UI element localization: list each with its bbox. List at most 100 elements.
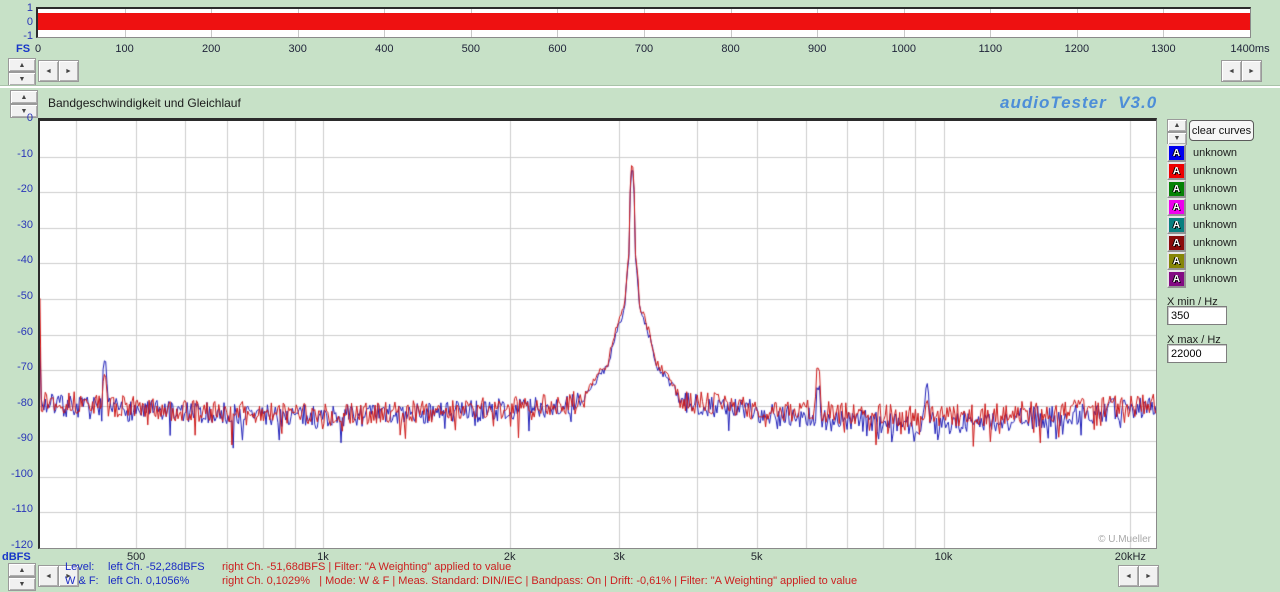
spectrum-y-tick-label: -10 [0, 148, 33, 160]
legend-row: Aunknown [1167, 144, 1237, 162]
legend-label: unknown [1193, 273, 1237, 285]
level-left-value: left Ch. -52,28dBFS [108, 561, 205, 573]
app-logo: audioTester V3.0 [1000, 93, 1152, 113]
legend-row: Aunknown [1167, 216, 1237, 234]
legend-swatch-button-4[interactable]: A [1167, 216, 1186, 234]
time-tick-label: 0 [35, 43, 41, 55]
time-tick-label: 600 [548, 43, 566, 55]
right-arrow-icon: ► [1145, 573, 1152, 580]
time-tick-label: 900 [808, 43, 826, 55]
time-tick-label: 1000 [891, 43, 915, 55]
spin-down-icon[interactable]: ▼ [8, 577, 36, 591]
spectrum-x-tick-label: 10k [935, 551, 953, 563]
clear-curves-button[interactable]: clear curves [1189, 120, 1254, 141]
left-arrow-icon: ◄ [1125, 573, 1132, 580]
legend-row: Aunknown [1167, 252, 1237, 270]
status-spinner[interactable]: ▲ ▼ [8, 563, 34, 587]
strip-vertical-spinner[interactable]: ▲ ▼ [8, 58, 34, 82]
time-tick-label: 1400ms [1230, 43, 1269, 55]
right-arrow-icon: ► [65, 68, 72, 75]
level-label: Level: [65, 561, 94, 573]
time-tick-label: 200 [202, 43, 220, 55]
level-right-value: right Ch. -51,68dBFS | Filter: "A Weight… [222, 561, 511, 573]
spectrum-y-tick-label: -100 [0, 468, 33, 480]
right-arrow-icon: ► [1248, 68, 1255, 75]
legend-swatch-button-1[interactable]: A [1167, 162, 1186, 180]
spectrum-x-tick-label: 3k [613, 551, 625, 563]
legend-swatch-button-3[interactable]: A [1167, 198, 1186, 216]
time-tick-label: 100 [115, 43, 133, 55]
spectrum-y-tick-label: -120 [0, 539, 33, 551]
spin-down-icon[interactable]: ▼ [8, 72, 36, 86]
spectrum-x-tick-label: 5k [751, 551, 763, 563]
time-tick-label: 400 [375, 43, 393, 55]
spectrum-plot: © U.Mueller [38, 118, 1157, 549]
spectrum-canvas [40, 121, 1156, 548]
strip-y-label-m1: -1 [0, 30, 33, 42]
spectrum-x-tick-label: 20kHz [1115, 551, 1146, 563]
legend-label: unknown [1193, 219, 1237, 231]
time-strip-plot [36, 7, 1251, 38]
legend-row: Aunknown [1167, 162, 1237, 180]
spin-up-icon[interactable]: ▲ [8, 563, 36, 577]
strip-right-scroll-left-button[interactable]: ◄ [1221, 60, 1242, 82]
spectrum-y-tick-label: -20 [0, 183, 33, 195]
strip-scroll-right-button[interactable]: ► [58, 60, 79, 82]
time-tick-label: 800 [721, 43, 739, 55]
strip-scroll-left-button[interactable]: ◄ [38, 60, 59, 82]
chart-title: Bandgeschwindigkeit und Gleichlauf [48, 96, 241, 110]
time-tick-label: 500 [462, 43, 480, 55]
spectrum-y-tick-label: -60 [0, 326, 33, 338]
legend-row: Aunknown [1167, 270, 1237, 288]
bottom-right-scroll-left-button[interactable]: ◄ [1118, 565, 1139, 587]
curve-legend: AunknownAunknownAunknownAunknownAunknown… [1167, 144, 1237, 288]
spin-up-icon[interactable]: ▲ [8, 58, 36, 72]
legend-label: unknown [1193, 147, 1237, 159]
spectrum-y-tick-label: -70 [0, 361, 33, 373]
legend-row: Aunknown [1167, 234, 1237, 252]
time-tick-label: 1300 [1151, 43, 1175, 55]
legend-swatch-button-5[interactable]: A [1167, 234, 1186, 252]
legend-row: Aunknown [1167, 198, 1237, 216]
title-spinner[interactable]: ▲ ▼ [10, 90, 36, 114]
time-tick-label: 1200 [1065, 43, 1089, 55]
x-max-input[interactable] [1167, 344, 1227, 363]
status-scroll-left-button[interactable]: ◄ [38, 565, 59, 587]
legend-label: unknown [1193, 255, 1237, 267]
fs-unit-label: FS [16, 43, 30, 55]
spectrum-y-tick-label: -30 [0, 219, 33, 231]
left-arrow-icon: ◄ [1228, 68, 1235, 75]
legend-swatch-button-0[interactable]: A [1167, 144, 1186, 162]
legend-swatch-button-7[interactable]: A [1167, 270, 1186, 288]
spin-up-icon[interactable]: ▲ [10, 90, 38, 104]
legend-swatch-button-2[interactable]: A [1167, 180, 1186, 198]
wf-right-value: right Ch. 0,1029% | Mode: W & F | Meas. … [222, 575, 857, 587]
strip-right-scroll-right-button[interactable]: ► [1241, 60, 1262, 82]
dbfs-unit-label: dBFS [2, 551, 31, 563]
waveform-level-band [38, 13, 1250, 29]
spectrum-y-tick-label: -80 [0, 397, 33, 409]
time-tick-label: 1100 [978, 43, 1002, 55]
x-min-input[interactable] [1167, 306, 1227, 325]
legend-label: unknown [1193, 165, 1237, 177]
audiotester-window: 1 0 -1 FS 010020030040050060070080090010… [0, 0, 1280, 592]
legend-swatch-button-6[interactable]: A [1167, 252, 1186, 270]
strip-y-label-0: 0 [0, 16, 33, 28]
legend-label: unknown [1193, 201, 1237, 213]
strip-y-label-1: 1 [0, 2, 33, 14]
copyright-note: © U.Mueller [1098, 534, 1151, 545]
spin-up-icon[interactable]: ▲ [1167, 119, 1187, 132]
panel-divider [0, 85, 1280, 88]
spectrum-y-tick-label: -50 [0, 290, 33, 302]
legend-label: unknown [1193, 237, 1237, 249]
left-arrow-icon: ◄ [45, 573, 52, 580]
sidebar-spinner[interactable]: ▲ ▼ [1167, 119, 1185, 141]
time-tick-label: 700 [635, 43, 653, 55]
wf-left-value: left Ch. 0,1056% [108, 575, 189, 587]
legend-label: unknown [1193, 183, 1237, 195]
spectrum-y-tick-label: -90 [0, 432, 33, 444]
left-arrow-icon: ◄ [45, 68, 52, 75]
legend-row: Aunknown [1167, 180, 1237, 198]
bottom-right-scroll-right-button[interactable]: ► [1138, 565, 1159, 587]
spectrum-y-tick-label: -40 [0, 254, 33, 266]
